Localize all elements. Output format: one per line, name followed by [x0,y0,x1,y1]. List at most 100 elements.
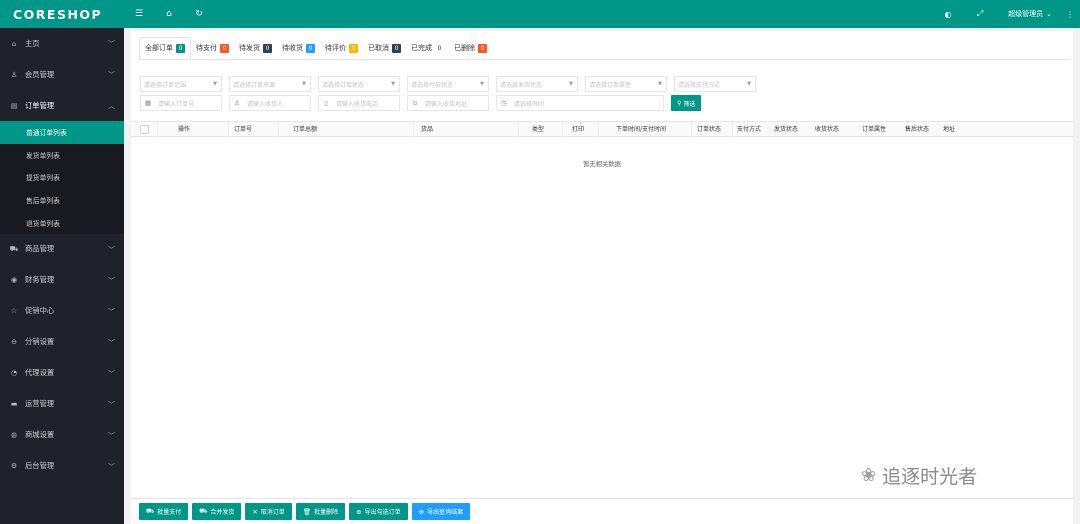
bulk-action-button[interactable]: ✕ 取消订单 [245,503,292,520]
submenu-item[interactable]: 退货单列表 [0,211,124,234]
sidebar-item-label: 促销中心 [25,306,55,316]
submenu-item[interactable]: 提货单列表 [0,166,124,189]
column-header[interactable]: 下单时间/支付时间 [616,122,666,137]
column-header[interactable]: 发货状态 [774,122,798,137]
submenu-item[interactable]: 普通订单列表 [0,121,124,144]
more-icon[interactable]: ⋮ [1060,10,1080,19]
action-label: 导出勾选订单 [364,509,401,516]
filter-select[interactable]: 请选择订单来源 ▼ [229,76,311,92]
tab-order-status[interactable]: 已完成 0 [406,37,449,59]
tab-order-status[interactable]: 待收货 0 [277,37,320,59]
search-icon: ⚲ [677,99,682,107]
bulk-action-button[interactable]: ⛟ 合并发货 [192,503,242,520]
tab-order-status[interactable]: 已删除 0 [449,37,492,59]
app-logo[interactable]: CORESHOP [0,0,124,28]
tab-label: 待收货 [282,44,303,52]
tab-order-status[interactable]: 待发货 0 [234,37,277,59]
column-header[interactable]: 地址 [943,122,955,137]
caret-down-icon: ▼ [480,81,484,87]
sidebar-item-settings[interactable]: ⚙ 后台管理 ﹀ [0,451,124,482]
filter-button[interactable]: ⚲ 筛选 [671,95,702,111]
column-header[interactable]: 支付方式 [737,122,761,137]
filter-input[interactable]: ♙ 请输入收货人 [229,95,311,111]
sidebar-item-home[interactable]: ⌂ 主页 ﹀ [0,28,124,59]
tab-order-status[interactable]: 已取消 0 [363,37,406,59]
bulk-action-button[interactable]: ⊕ 导出勾选订单 [349,503,408,520]
sidebar-item-label: 后台管理 [25,461,55,471]
column-header[interactable]: 类型 [532,122,544,137]
fullscreen-icon[interactable]: ⤢ [964,0,996,28]
filter-select[interactable]: 请选择订单属性 ▼ [585,76,667,92]
sidebar-item-finance[interactable]: ◉ 财务管理 ﹀ [0,265,124,296]
menu-toggle-icon[interactable]: ☰ [124,0,154,28]
bulk-action-button[interactable]: 🗑 批量删除 [295,503,346,520]
column-header[interactable]: 打印 [572,122,584,137]
input-placeholder: 请选择时间 [514,100,545,108]
admin-menu[interactable]: 超级管理员 ⌄ [996,9,1060,19]
filter-select[interactable]: 请选择付款状态 ▼ [407,76,489,92]
caret-down-icon: ▼ [302,81,306,87]
select-placeholder: 请选择订单来源 [233,81,276,89]
filter-select[interactable]: 请选择支付方式 ▼ [674,76,756,92]
column-header[interactable]: 订单状态 [697,122,721,137]
tab-order-status[interactable]: 全部订单 0 [139,37,191,59]
sidebar-item-label: 订单管理 [25,100,55,110]
filter-panel: 请选择订单范围 ▼ 请选择订单来源 ▼ 请选择订单状态 ▼ 请选择付款状态 ▼ 请选择发货状态 ▼… [140,76,1070,114]
cart-icon: ⛟ [9,244,19,253]
tab-label: 全部订单 [145,44,173,52]
filter-select[interactable]: 请选择发货状态 ▼ [496,76,578,92]
caret-down-icon: ▼ [747,81,751,87]
column-divider [157,122,158,137]
promo-icon: ☆ [10,307,18,316]
action-label: 批量支付 [157,509,182,516]
column-header[interactable]: 订单属性 [862,122,886,137]
sidebar-item-cart[interactable]: ⛟ 商品管理 ﹀ [0,234,124,265]
submenu-item[interactable]: 发货单列表 [0,144,124,167]
bulk-action-button[interactable]: ⊕ 导出查询结果 [411,503,471,520]
sidebar-item-mall[interactable]: ◍ 商城设置 ﹀ [0,420,124,451]
filter-input[interactable]: ▦ 请输入订单号 [140,95,222,111]
operation-icon: ▬ [10,400,18,409]
sidebar-item-label: 运营管理 [25,399,55,409]
caret-down-icon: ▼ [391,81,395,87]
sidebar: ⌂ 主页 ﹀ ♙ 会员管理 ﹀ ▤ 订单管理 ︿ 普通订单列表 发货单列表 提货单列表 售后单列表 退货单… [0,28,124,524]
filter-input[interactable]: ⊙ 请输入收货地址 [407,95,489,111]
watermark-text: 追逐时光者 [882,466,978,488]
tab-label: 已取消 [368,44,389,52]
tabs-divider [139,59,1071,60]
bulk-action-bar: ⛟ 批量支付 ⛟ 合并发货 ✕ 取消订单 🗑 批量删除 ⊕ 导出勾选订单 ⊕ 导出查询结果 [131,498,1073,524]
filter-select[interactable]: 请选择订单状态 ▼ [318,76,400,92]
sidebar-item-agent[interactable]: ◔ 代理设置 ﹀ [0,358,124,389]
submenu-item[interactable]: 售后单列表 [0,189,124,212]
action-label: 批量删除 [314,509,339,516]
user-icon: ♙ [10,70,18,79]
select-placeholder: 请选择订单范围 [144,81,187,89]
sidebar-item-order[interactable]: ▤ 订单管理 ︿ [0,90,124,121]
count-badge: 0 [306,43,315,53]
filter-input[interactable]: ▯ 请输入收货电话 [318,95,400,111]
action-label: 导出查询结果 [427,509,464,516]
sidebar-item-user[interactable]: ♙ 会员管理 ﹀ [0,59,124,90]
tab-order-status[interactable]: 待评价 0 [320,37,363,59]
theme-icon[interactable]: ◐ [932,0,964,28]
chevron-down-icon: ﹀ [108,400,115,409]
filter-select[interactable]: 请选择订单范围 ▼ [140,76,222,92]
input-placeholder: 请输入收货人 [247,100,284,108]
filter-input[interactable]: ◷ 请选择时间 [496,95,664,111]
column-header[interactable]: 收货状态 [815,122,839,137]
column-header[interactable]: 操作 [178,122,190,137]
column-header[interactable]: 订单号 [234,122,252,137]
sidebar-item-operation[interactable]: ▬ 运营管理 ﹀ [0,389,124,420]
select-placeholder: 请选择订单状态 [322,81,365,89]
column-header[interactable]: 货品 [421,122,433,137]
column-header[interactable]: 订单总额 [293,122,317,137]
sidebar-item-promo[interactable]: ☆ 促销中心 ﹀ [0,296,124,327]
column-header[interactable]: 售后状态 [905,122,929,137]
select-placeholder: 请选择付款状态 [411,81,454,89]
home-icon[interactable]: ⌂ [154,0,184,28]
tab-order-status[interactable]: 待支付 0 [191,37,234,59]
sidebar-item-distribution[interactable]: ⊖ 分销设置 ﹀ [0,327,124,358]
bulk-action-button[interactable]: ⛟ 批量支付 [139,503,189,520]
select-all-checkbox[interactable] [140,125,149,134]
refresh-icon[interactable]: ↻ [184,0,214,28]
